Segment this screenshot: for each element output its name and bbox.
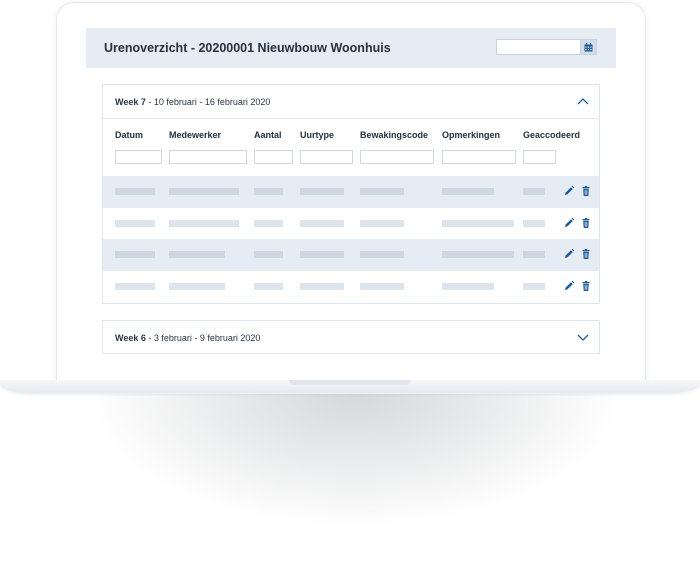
cell-placeholder: [442, 283, 494, 290]
column-header-bewakingscode: Bewakingscode: [360, 130, 429, 140]
trash-icon[interactable]: [580, 217, 592, 229]
column-header-datum: Datum: [115, 130, 144, 140]
date-picker-button[interactable]: [580, 39, 597, 55]
filter-aantal[interactable]: [254, 150, 293, 164]
pencil-icon[interactable]: [563, 280, 575, 292]
week-panel-6: Week 6 - 3 februari - 9 februari 2020: [102, 320, 600, 354]
pencil-icon[interactable]: [563, 217, 575, 229]
chevron-down-icon[interactable]: [577, 333, 589, 342]
week-panel-7: Week 7 - 10 februari - 16 februari 2020 …: [102, 84, 600, 304]
cell-placeholder: [254, 188, 283, 195]
week-header-6[interactable]: Week 6 - 3 februari - 9 februari 2020: [103, 321, 599, 355]
cell-placeholder: [169, 283, 225, 290]
cell-placeholder: [523, 220, 545, 227]
column-header-medewerker: Medewerker: [169, 130, 222, 140]
filter-bewakingscode[interactable]: [360, 150, 434, 164]
chevron-up-icon[interactable]: [577, 97, 589, 106]
cell-placeholder: [115, 220, 155, 227]
cell-placeholder: [254, 220, 283, 227]
trash-icon[interactable]: [580, 248, 592, 260]
cell-placeholder: [442, 220, 514, 227]
cell-placeholder: [169, 251, 225, 258]
table-row[interactable]: [103, 176, 599, 207]
cell-placeholder: [360, 188, 404, 195]
cell-placeholder: [115, 188, 155, 195]
pencil-icon[interactable]: [563, 185, 575, 197]
column-header-uurtype: Uurtype: [300, 130, 335, 140]
column-header-geaccodeerd: Geaccodeerd: [523, 130, 581, 140]
cell-placeholder: [360, 251, 404, 258]
week-label: Week 7 - 10 februari - 16 februari 2020: [115, 97, 271, 107]
filter-medewerker[interactable]: [169, 150, 247, 164]
cell-placeholder: [169, 188, 239, 195]
cell-placeholder: [300, 220, 344, 227]
column-header-opmerkingen: Opmerkingen: [442, 130, 501, 140]
page-title: Urenoverzicht - 20200001 Nieuwbouw Woonh…: [104, 41, 391, 55]
cell-placeholder: [523, 188, 545, 195]
page-header: Urenoverzicht - 20200001 Nieuwbouw Woonh…: [86, 28, 616, 68]
cell-placeholder: [442, 251, 514, 258]
table-row[interactable]: [103, 270, 599, 301]
cell-placeholder: [254, 283, 283, 290]
calendar-icon: [584, 42, 593, 51]
app-screen: Urenoverzicht - 20200001 Nieuwbouw Woonh…: [86, 28, 616, 356]
filter-datum[interactable]: [115, 150, 162, 164]
trash-icon[interactable]: [580, 280, 592, 292]
pencil-icon[interactable]: [563, 248, 575, 260]
cell-placeholder: [300, 283, 344, 290]
cell-placeholder: [523, 283, 545, 290]
week-header-7[interactable]: Week 7 - 10 februari - 16 februari 2020: [103, 85, 599, 119]
laptop-base-notch: [289, 380, 411, 385]
table-row[interactable]: [103, 207, 599, 238]
cell-placeholder: [523, 251, 545, 258]
cell-placeholder: [115, 251, 155, 258]
column-header-aantal: Aantal: [254, 130, 282, 140]
filter-opmerkingen[interactable]: [442, 150, 516, 164]
cell-placeholder: [300, 251, 344, 258]
laptop-shadow: [95, 394, 615, 524]
cell-placeholder: [300, 188, 344, 195]
cell-placeholder: [442, 188, 494, 195]
date-input[interactable]: [496, 39, 582, 55]
table-row[interactable]: [103, 239, 599, 270]
cell-placeholder: [360, 220, 404, 227]
cell-placeholder: [115, 283, 155, 290]
cell-placeholder: [169, 220, 239, 227]
filter-uurtype[interactable]: [300, 150, 353, 164]
cell-placeholder: [360, 283, 404, 290]
week-label: Week 6 - 3 februari - 9 februari 2020: [115, 333, 261, 343]
trash-icon[interactable]: [580, 185, 592, 197]
cell-placeholder: [254, 251, 283, 258]
filter-geaccodeerd[interactable]: [523, 150, 556, 164]
